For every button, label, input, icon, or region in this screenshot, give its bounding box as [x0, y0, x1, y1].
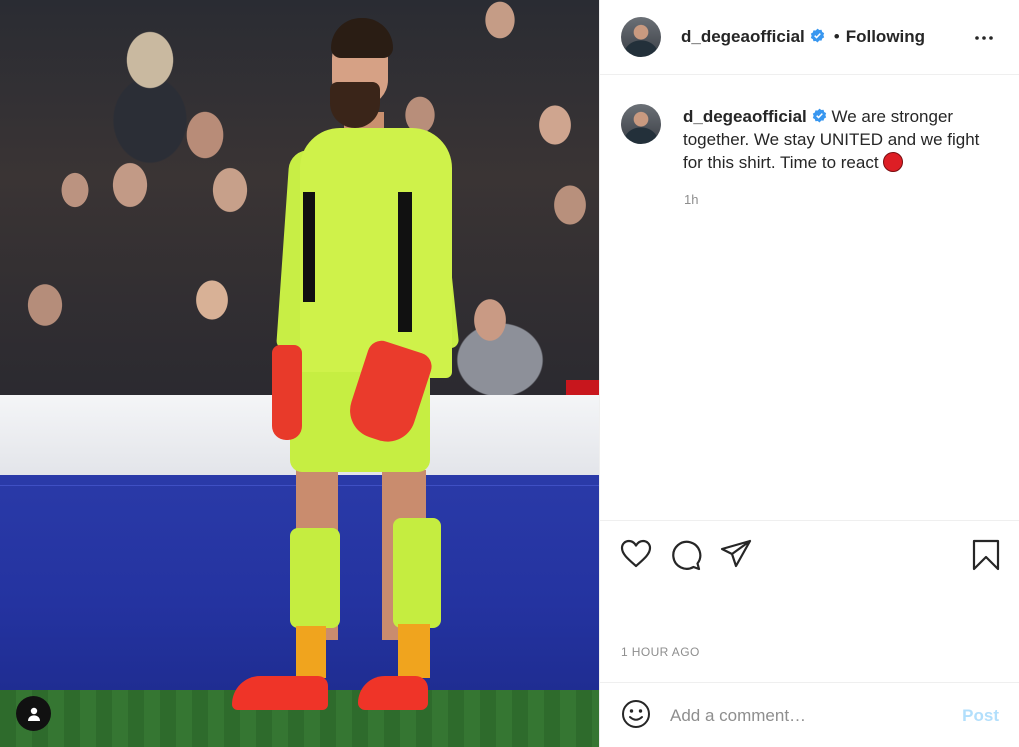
more-options-icon[interactable]: [974, 30, 994, 46]
bookmark-icon[interactable]: [972, 539, 1000, 571]
comment-icon[interactable]: [670, 539, 702, 571]
verified-badge-icon: [810, 28, 824, 43]
heart-icon[interactable]: [620, 539, 652, 569]
post-photo[interactable]: [0, 0, 599, 747]
user-tag-icon[interactable]: [16, 696, 51, 731]
photo-goalkeeper: [0, 0, 599, 747]
comment-bar: Post: [600, 682, 1019, 747]
caption-relative-time[interactable]: 1h: [684, 192, 698, 207]
verified-badge-icon: [812, 108, 826, 123]
post-actions: [600, 520, 1019, 590]
post-comment-button[interactable]: Post: [962, 706, 999, 726]
post-header: d_degeaofficial • Following: [600, 0, 1019, 75]
red-circle-emoji: [882, 152, 903, 172]
author-username[interactable]: d_degeaofficial: [681, 27, 805, 46]
following-button[interactable]: Following: [846, 27, 925, 46]
post-side-panel: d_degeaofficial • Following d_degeaofficia…: [599, 0, 1019, 747]
separator-dot: •: [833, 27, 840, 46]
avatar[interactable]: [621, 17, 661, 57]
post-timestamp[interactable]: 1 HOUR AGO: [621, 645, 700, 659]
comment-input[interactable]: [670, 703, 950, 729]
caption-avatar[interactable]: [621, 104, 661, 144]
post-caption: d_degeaofficial We are stronger together…: [683, 105, 993, 174]
caption-username[interactable]: d_degeaofficial: [683, 107, 807, 126]
share-icon[interactable]: [720, 539, 752, 569]
emoji-icon[interactable]: [621, 699, 651, 729]
